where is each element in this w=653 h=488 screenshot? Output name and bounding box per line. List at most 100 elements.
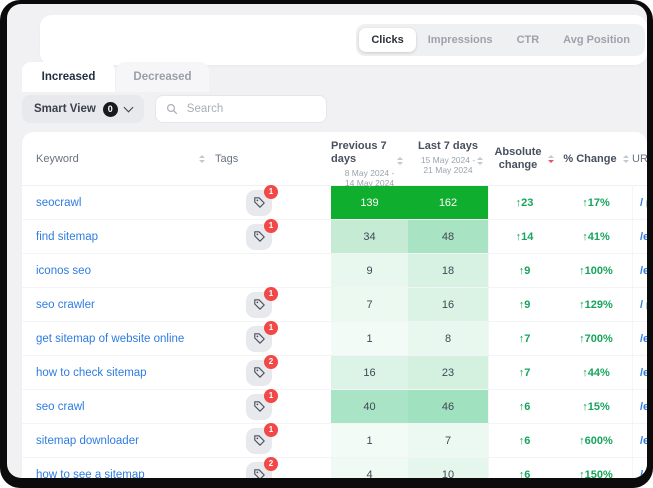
tag-button[interactable]: 1 [246, 394, 272, 420]
smart-view-count-badge: 0 [103, 102, 118, 117]
keyword-link[interactable]: iconos seo [36, 265, 91, 277]
table-header-row: Keyword Tags Previous 7 days 8 May 2024 … [22, 132, 647, 186]
search-box[interactable] [155, 95, 327, 123]
tag-button[interactable]: 2 [246, 462, 272, 479]
keyword-link[interactable]: how to check sitemap [36, 367, 147, 379]
keyword-link[interactable]: seo crawl [36, 401, 85, 413]
tab-increased[interactable]: Increased [22, 62, 115, 92]
tag-icon [253, 298, 266, 311]
previous-clicks-cell: 4 [331, 458, 408, 478]
absolute-change-cell: ↑6 [488, 390, 560, 423]
absolute-change-cell: ↑23 [488, 186, 560, 219]
header-last-label: Last 7 days [418, 140, 478, 153]
url-link[interactable]: /em [640, 265, 647, 277]
previous-clicks-cell: 139 [331, 186, 408, 219]
table-row: sitemap downloader 1 1 7 ↑6 ↑600% /en/ [22, 424, 647, 458]
last-clicks-cell: 8 [408, 322, 488, 355]
header-absolute-change[interactable]: Absolute change [488, 132, 560, 185]
absolute-change-cell: ↑6 [488, 424, 560, 457]
keyword-link[interactable]: sitemap downloader [36, 435, 139, 447]
metric-tab-ctr[interactable]: CTR [505, 28, 552, 52]
table-row: how to check sitemap 2 16 23 ↑7 ↑44% /en… [22, 356, 647, 390]
percent-change-cell: ↑15% [560, 390, 632, 423]
table-row: get sitemap of website online 1 1 8 ↑7 ↑… [22, 322, 647, 356]
tag-icon [253, 196, 266, 209]
absolute-change-cell: ↑6 [488, 458, 560, 478]
header-keyword-label: Keyword [36, 153, 79, 165]
absolute-change-cell: ↑14 [488, 220, 560, 253]
sort-icon [397, 157, 403, 165]
external-link-icon [646, 300, 647, 310]
tag-button[interactable]: 2 [246, 360, 272, 386]
url-link[interactable]: /en/ [640, 367, 647, 379]
metric-tab-avg-position[interactable]: Avg Position [551, 28, 642, 52]
header-previous-7-days[interactable]: Previous 7 days 8 May 2024 - 14 May 2024 [331, 132, 408, 185]
last-clicks-cell: 23 [408, 356, 488, 389]
toolbar: Smart View 0 [22, 95, 327, 123]
keyword-link[interactable]: seocrawl [36, 197, 81, 209]
keyword-link[interactable]: how to see a sitemap [36, 469, 145, 479]
tag-button[interactable]: 1 [246, 224, 272, 250]
tag-count-badge: 1 [264, 321, 278, 335]
table-row: seocrawl 1 139 162 ↑23 ↑17% / [22, 186, 647, 220]
absolute-change-cell: ↑9 [488, 254, 560, 287]
table-row: iconos seo 9 18 ↑9 ↑100% /em [22, 254, 647, 288]
previous-clicks-cell: 7 [331, 288, 408, 321]
tag-count-badge: 2 [264, 457, 278, 471]
header-keyword[interactable]: Keyword [22, 132, 215, 185]
tag-icon [253, 332, 266, 345]
url-link[interactable]: /en/ [640, 231, 647, 243]
header-url: URL [632, 132, 647, 185]
header-absolute-line2: change [499, 159, 538, 171]
previous-clicks-cell: 16 [331, 356, 408, 389]
table-row: seo crawler 1 7 16 ↑9 ↑129% / [22, 288, 647, 322]
keyword-link[interactable]: seo crawler [36, 299, 95, 311]
metric-switcher: Clicks Impressions CTR Avg Position [356, 24, 645, 56]
url-link[interactable]: / [640, 299, 647, 311]
last-clicks-cell: 46 [408, 390, 488, 423]
metric-tab-clicks[interactable]: Clicks [359, 28, 415, 52]
header-percent-change[interactable]: % Change [560, 132, 632, 185]
header-tags-label: Tags [215, 153, 238, 165]
percent-change-cell: ↑150% [560, 458, 632, 478]
table-row: how to see a sitemap 2 4 10 ↑6 ↑150% /en… [22, 458, 647, 478]
url-link[interactable]: /en/ [640, 333, 647, 345]
sort-icon-active-desc [548, 155, 554, 163]
search-input[interactable] [185, 102, 316, 116]
url-link[interactable]: /en/ [640, 401, 647, 413]
tab-decreased[interactable]: Decreased [116, 62, 209, 92]
header-last-7-days[interactable]: Last 7 days 15 May 2024 - 21 May 2024 [408, 132, 488, 185]
tag-count-badge: 1 [264, 185, 278, 199]
tag-icon [253, 400, 266, 413]
previous-clicks-cell: 1 [331, 424, 408, 457]
keywords-table: Keyword Tags Previous 7 days 8 May 2024 … [22, 132, 647, 478]
keyword-link[interactable]: get sitemap of website online [36, 333, 184, 345]
percent-change-cell: ↑600% [560, 424, 632, 457]
external-link-icon [646, 198, 647, 208]
previous-clicks-cell: 40 [331, 390, 408, 423]
last-clicks-cell: 48 [408, 220, 488, 253]
tag-button[interactable]: 1 [246, 428, 272, 454]
header-previous-range: 8 May 2024 - 14 May 2024 [340, 168, 400, 188]
absolute-change-cell: ↑9 [488, 288, 560, 321]
tag-count-badge: 1 [264, 287, 278, 301]
tag-icon [253, 366, 266, 379]
window-frame: Clicks Impressions CTR Avg Position Incr… [0, 0, 653, 488]
url-link[interactable]: / [640, 197, 647, 209]
smart-view-label: Smart View [34, 103, 96, 115]
metric-tab-impressions[interactable]: Impressions [416, 28, 505, 52]
last-clicks-cell: 16 [408, 288, 488, 321]
keyword-link[interactable]: find sitemap [36, 231, 98, 243]
tag-button[interactable]: 1 [246, 190, 272, 216]
last-clicks-cell: 10 [408, 458, 488, 478]
sort-icon [623, 155, 629, 163]
tag-icon [253, 230, 266, 243]
previous-clicks-cell: 34 [331, 220, 408, 253]
tag-button[interactable]: 1 [246, 292, 272, 318]
last-clicks-cell: 18 [408, 254, 488, 287]
url-link[interactable]: /en/ [640, 435, 647, 447]
tag-count-badge: 1 [264, 423, 278, 437]
url-link[interactable]: /en/ [640, 469, 647, 479]
smart-view-dropdown[interactable]: Smart View 0 [22, 95, 144, 123]
tag-button[interactable]: 1 [246, 326, 272, 352]
